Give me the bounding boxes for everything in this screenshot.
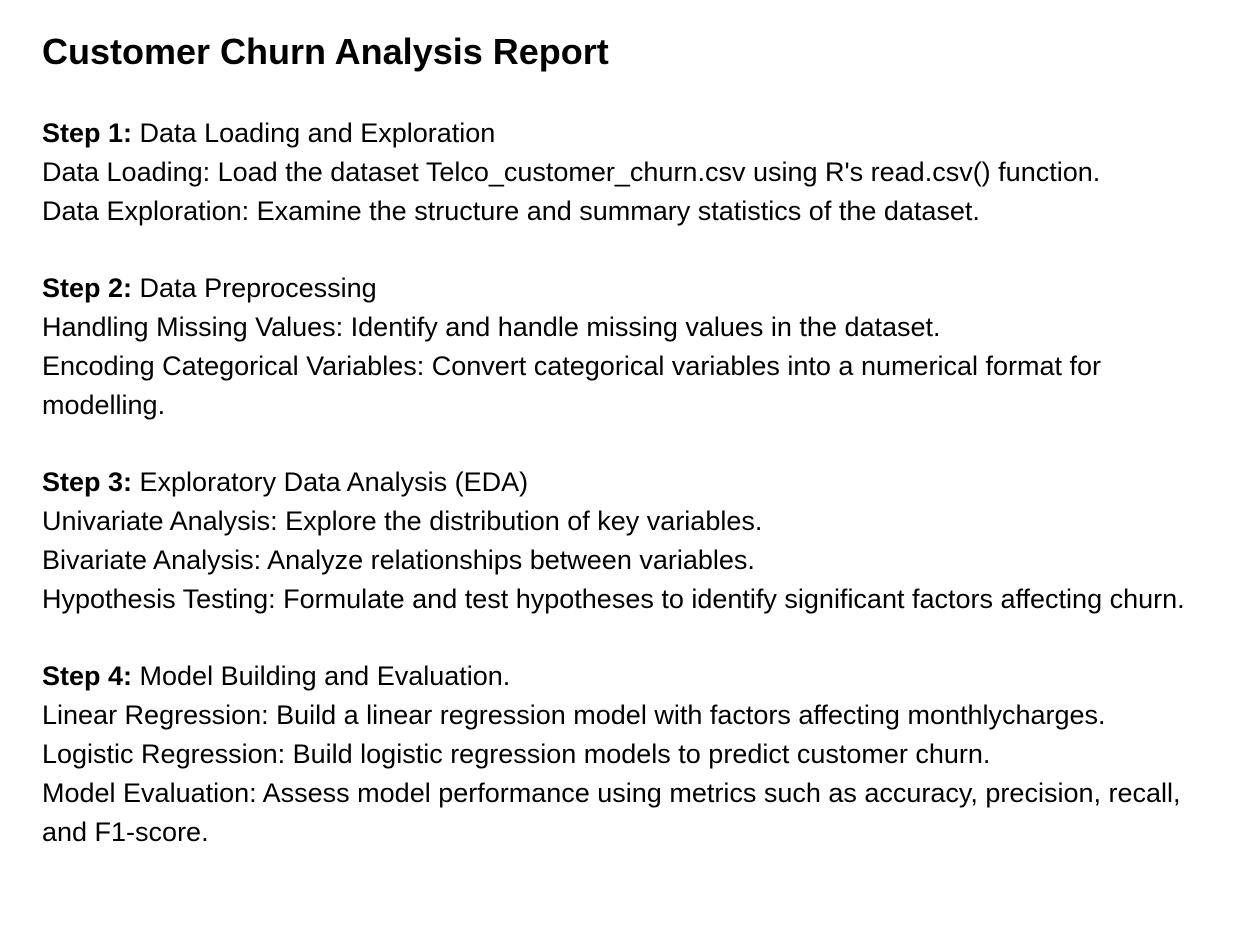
steps-list: Step 1: Data Loading and Exploration Dat… (42, 114, 1258, 852)
step-item: Encoding Categorical Variables: Convert … (42, 351, 1102, 420)
step-title: Exploratory Data Analysis (EDA) (132, 467, 529, 497)
step-item: Univariate Analysis: Explore the distrib… (42, 506, 763, 536)
step-item: Hypothesis Testing: Formulate and test h… (42, 584, 1185, 614)
step-label: Step 1: (42, 118, 133, 148)
step-heading: Step 3: Exploratory Data Analysis (EDA) (42, 463, 1222, 502)
step-label: Step 3: (42, 467, 133, 497)
step-item: Bivariate Analysis: Analyze relationship… (42, 545, 755, 575)
step-item: Linear Regression: Build a linear regres… (42, 700, 1106, 730)
step-item: Data Loading: Load the dataset Telco_cus… (42, 157, 1101, 187)
step-label: Step 4: (42, 661, 133, 691)
step-heading: Step 2: Data Preprocessing (42, 269, 1222, 308)
step-4-section: Step 4: Model Building and Evaluation. L… (42, 657, 1258, 852)
step-label: Step 2: (42, 273, 133, 303)
step-title: Model Building and Evaluation. (132, 661, 511, 691)
step-title: Data Preprocessing (132, 273, 377, 303)
step-item: Data Exploration: Examine the structure … (42, 196, 980, 226)
step-2-section: Step 2: Data Preprocessing Handling Miss… (42, 269, 1258, 425)
document-page: Customer Churn Analysis Report Step 1: D… (0, 0, 1258, 942)
step-item: Logistic Regression: Build logistic regr… (42, 739, 991, 769)
page-title: Customer Churn Analysis Report (42, 31, 609, 72)
step-heading: Step 1: Data Loading and Exploration (42, 114, 1222, 153)
step-3-section: Step 3: Exploratory Data Analysis (EDA) … (42, 463, 1258, 619)
step-title: Data Loading and Exploration (132, 118, 496, 148)
step-1-section: Step 1: Data Loading and Exploration Dat… (42, 114, 1258, 231)
step-heading: Step 4: Model Building and Evaluation. (42, 657, 1222, 696)
step-item: Handling Missing Values: Identify and ha… (42, 312, 941, 342)
step-item: Model Evaluation: Assess model performan… (42, 778, 1181, 847)
